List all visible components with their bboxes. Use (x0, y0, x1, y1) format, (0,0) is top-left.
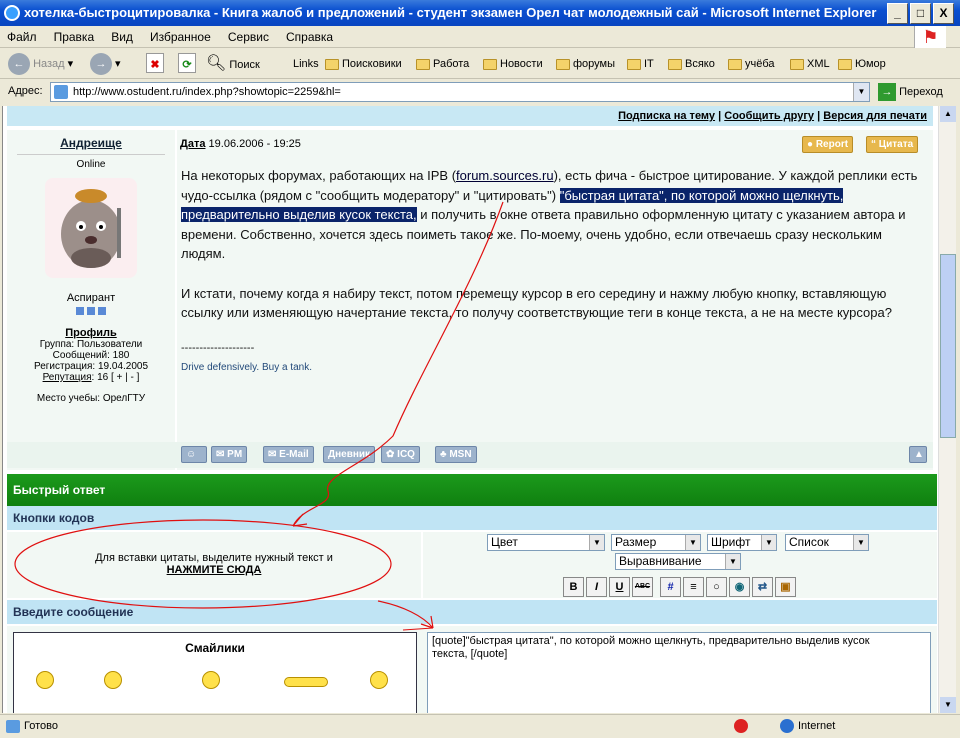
ie-icon (4, 5, 20, 21)
folder-icon (627, 58, 641, 70)
annotation-underline (402, 627, 434, 631)
back-arrow-icon: ← (8, 53, 30, 76)
folder-icon (838, 58, 852, 70)
link-poiskoviki[interactable]: Поисковики (325, 53, 402, 75)
folder-icon (728, 58, 742, 70)
windows-logo-icon: ⚑ (914, 26, 946, 48)
popup-blocked-icon (734, 719, 748, 733)
maximize-button[interactable]: □ (910, 3, 931, 24)
stop-icon[interactable]: ✖ (146, 53, 164, 73)
menu-edit[interactable]: Правка (47, 26, 102, 48)
search-icon: 🔍︎ (206, 55, 227, 72)
address-input[interactable]: http://www.ostudent.ru/index.php?showtop… (50, 82, 870, 102)
search-button[interactable]: 🔍︎ Поиск (206, 53, 260, 75)
status-text: Готово (24, 720, 58, 732)
link-novosti[interactable]: Новости (483, 53, 543, 75)
minimize-button[interactable]: _ (887, 3, 908, 24)
page-done-icon (6, 720, 20, 733)
folder-icon (556, 58, 570, 70)
scroll-down-icon[interactable]: ▼ (940, 697, 956, 713)
link-rabota[interactable]: Работа (416, 53, 469, 75)
annotation-arrow-2 (377, 600, 434, 629)
page-icon (54, 85, 68, 99)
link-forumy[interactable]: форумы (556, 53, 615, 75)
scroll-thumb[interactable] (940, 254, 956, 438)
menu-bar: Файл Правка Вид Избранное Сервис Справка (0, 26, 960, 48)
link-vsyako[interactable]: Всяко (668, 53, 715, 75)
vertical-scrollbar[interactable]: ▲ ▼ (938, 106, 956, 713)
address-dropdown-icon[interactable]: ▼ (853, 83, 869, 101)
annotation-arrowhead-1 (292, 513, 308, 527)
scroll-up-icon[interactable]: ▲ (940, 106, 956, 122)
forward-button[interactable]: → ▾ (90, 53, 121, 76)
menu-view[interactable]: Вид (104, 26, 140, 48)
annotation-arrow-1 (292, 201, 504, 527)
folder-icon (790, 58, 804, 70)
link-yumor[interactable]: Юмор (838, 53, 886, 75)
folder-icon (416, 58, 430, 70)
menu-file[interactable]: Файл (0, 26, 44, 48)
refresh-icon[interactable]: ⟳ (178, 53, 196, 73)
page-viewport: Подписка на тему | Сообщить другу | Верс… (2, 106, 938, 713)
title-bar: хотелка-быстроцитировалка - Книга жалоб … (0, 0, 960, 26)
links-label: Links (293, 58, 319, 70)
menu-help[interactable]: Справка (279, 26, 340, 48)
forward-arrow-icon: → (90, 53, 112, 76)
internet-zone-icon (780, 719, 794, 733)
link-it[interactable]: IT (627, 53, 654, 75)
folder-icon (483, 58, 497, 70)
go-arrow-icon: → (878, 83, 896, 102)
toolbar: ← Назад ▾ → ▾ ✖ ⟳ 🔍︎ Поиск Links Поисков… (0, 49, 960, 79)
status-bar: Готово Internet (0, 714, 960, 738)
annotation-overlay (14, 201, 504, 631)
address-bar: Адрес: http://www.ostudent.ru/index.php?… (0, 79, 960, 105)
close-button[interactable]: X (933, 3, 954, 24)
link-ucheba[interactable]: учёба (728, 53, 775, 75)
zone-label: Internet (798, 720, 836, 732)
folder-icon (325, 58, 339, 70)
menu-favorites[interactable]: Избранное (143, 26, 218, 48)
menu-tools[interactable]: Сервис (221, 26, 276, 48)
go-button[interactable]: → Переход (878, 82, 943, 102)
window-title: хотелка-быстроцитировалка - Книга жалоб … (24, 5, 877, 20)
folder-icon (668, 58, 682, 70)
annotation-ellipse (14, 519, 392, 609)
link-xml[interactable]: XML (790, 53, 830, 75)
back-button[interactable]: ← Назад ▾ (8, 53, 73, 76)
address-label: Адрес: (8, 85, 43, 97)
